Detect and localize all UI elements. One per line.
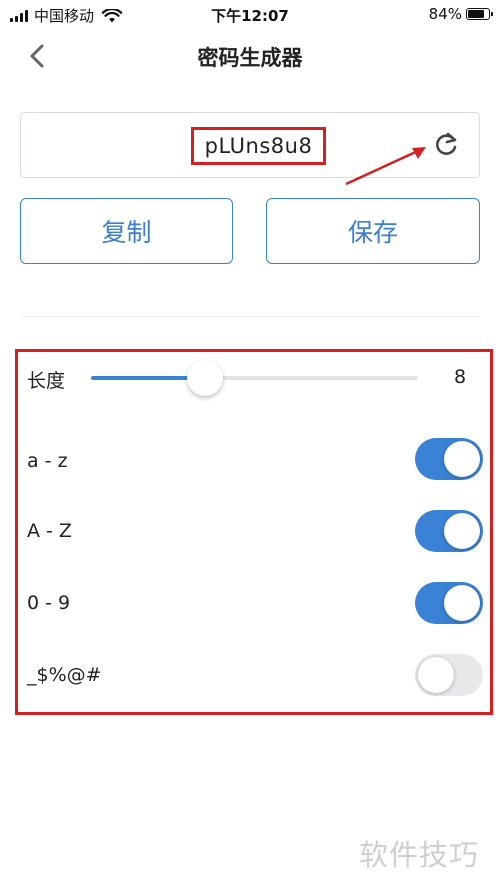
battery-icon <box>466 8 493 20</box>
option-label-lowercase: a - z <box>27 450 68 472</box>
battery-percent: 84% <box>428 5 462 23</box>
toggle-symbols[interactable] <box>415 654 483 696</box>
toggle-knob <box>444 513 480 549</box>
toggle-knob <box>444 441 480 477</box>
toggle-digits[interactable] <box>415 582 483 624</box>
clock: 下午12:07 <box>211 7 289 25</box>
status-bar: 中国移动 下午12:07 84% <box>0 0 500 30</box>
option-label-uppercase: A - Z <box>27 520 72 542</box>
length-slider[interactable] <box>91 376 418 380</box>
watermark: 软件技巧 <box>359 838 480 872</box>
nav-bar: 密码生成器 <box>0 30 500 82</box>
divider <box>20 316 480 317</box>
copy-button[interactable]: 复制 <box>20 198 233 264</box>
battery-level <box>468 10 484 18</box>
option-label-symbols: _$%@# <box>27 664 102 686</box>
toggle-uppercase[interactable] <box>415 510 483 552</box>
length-label: 长度 <box>27 370 66 392</box>
page-title: 密码生成器 <box>197 46 303 70</box>
save-button[interactable]: 保存 <box>266 198 480 264</box>
option-label-digits: 0 - 9 <box>27 592 71 614</box>
toggle-knob <box>444 585 480 621</box>
toggle-lowercase[interactable] <box>415 438 483 480</box>
length-value: 8 <box>454 366 467 388</box>
refresh-icon[interactable] <box>433 131 459 159</box>
toggle-knob <box>418 657 454 693</box>
status-right: 84% <box>428 5 493 23</box>
generated-password: pLUns8u8 <box>191 127 326 165</box>
length-slider-thumb[interactable] <box>187 360 223 396</box>
